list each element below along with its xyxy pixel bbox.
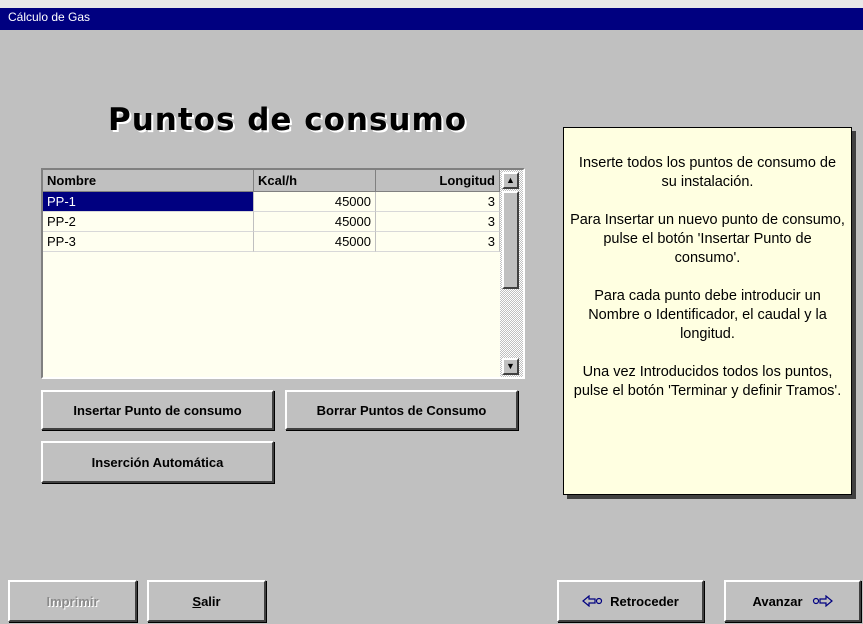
help-text: Inserte todos los puntos de consumo de s… (578, 155, 837, 190)
cell-nombre[interactable]: PP-2 (43, 212, 254, 232)
salir-label: alir (201, 593, 221, 609)
window-title: Cálculo de Gas (8, 10, 91, 24)
avanzar-label: Avanzar (752, 593, 803, 609)
help-text: Para cada punto debe introducir un Nombr… (588, 288, 827, 342)
help-panel: Inserte todos los puntos de consumo de s… (563, 127, 852, 495)
scroll-thumb[interactable] (502, 191, 519, 289)
help-text: Una vez Introducidos todos los puntos, p… (573, 364, 842, 399)
salir-accelerator: S (192, 593, 202, 609)
scroll-down-button[interactable]: ▼ (502, 358, 519, 375)
retroceder-button[interactable]: Retroceder (557, 580, 704, 622)
triangle-up-icon: ▲ (506, 175, 515, 185)
cell-kcal[interactable]: 45000 (254, 192, 376, 212)
cell-nombre[interactable]: PP-1 (43, 192, 254, 212)
cell-kcal[interactable]: 45000 (254, 212, 376, 232)
cell-nombre[interactable]: PP-3 (43, 232, 254, 252)
scroll-up-button[interactable]: ▲ (502, 172, 519, 189)
borrar-puntos-button[interactable]: Borrar Puntos de Consumo (285, 390, 518, 430)
page-title: Puntos de consumo (108, 102, 468, 138)
arrow-left-icon (582, 595, 603, 607)
arrow-right-icon (812, 595, 833, 607)
title-bar: Cálculo de Gas (0, 0, 863, 30)
cell-longitud[interactable]: 3 (376, 212, 500, 232)
insertar-punto-button[interactable]: Insertar Punto de consumo (41, 390, 274, 430)
grid-vertical-scrollbar[interactable]: ▲ ▼ (500, 170, 523, 377)
cell-kcal[interactable]: 45000 (254, 232, 376, 252)
avanzar-button[interactable]: Avanzar (724, 580, 861, 622)
cell-longitud[interactable]: 3 (376, 192, 500, 212)
cell-longitud[interactable]: 3 (376, 232, 500, 252)
consumption-points-grid[interactable]: Nombre Kcal/h Longitud PP-1 45000 3 PP-2… (41, 168, 525, 379)
triangle-down-icon: ▼ (506, 361, 515, 371)
salir-button[interactable]: Salir (147, 580, 266, 622)
retroceder-label: Retroceder (610, 593, 679, 609)
column-header-kcal[interactable]: Kcal/h (254, 170, 376, 192)
column-header-nombre[interactable]: Nombre (43, 170, 254, 192)
insercion-automatica-button[interactable]: Inserción Automática (41, 441, 274, 483)
imprimir-button[interactable]: Imprimir (8, 580, 137, 622)
help-text: Para Insertar un nuevo punto de consumo,… (570, 212, 845, 266)
column-header-longitud[interactable]: Longitud (376, 170, 500, 192)
